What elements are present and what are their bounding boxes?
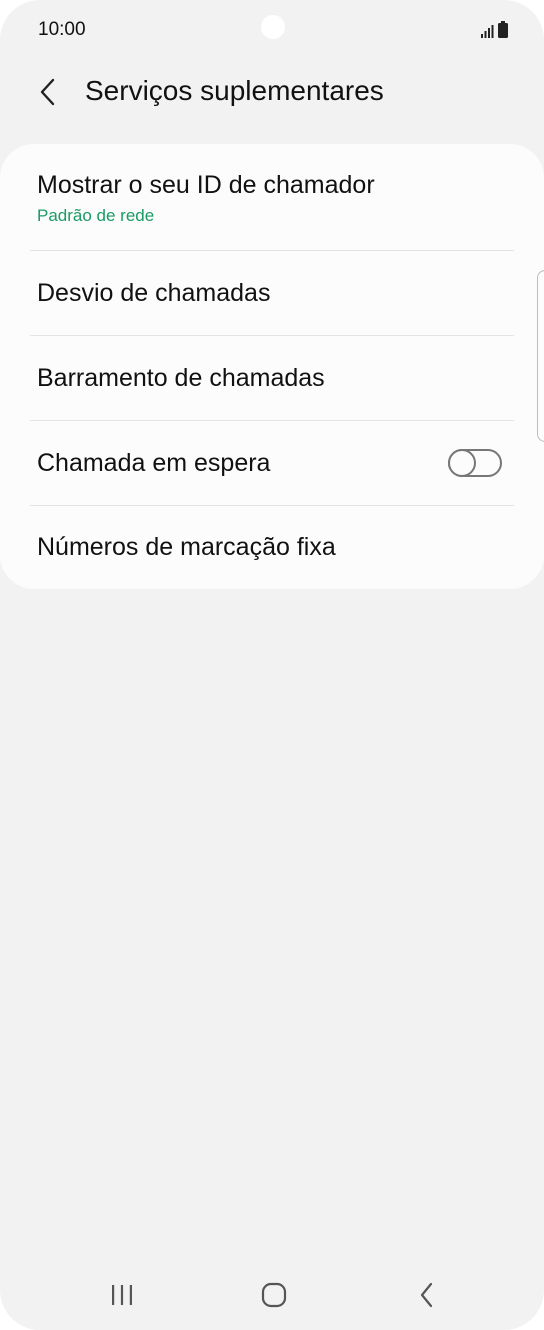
app-header: Serviços suplementares [0,60,544,124]
setting-subtitle: Padrão de rede [37,206,155,225]
recent-apps-button[interactable] [92,1270,152,1320]
setting-item-fixed-dialing[interactable]: Números de marcação fixa [0,506,544,589]
back-button[interactable] [26,70,70,114]
setting-title: Desvio de chamadas [37,279,271,307]
signal-icon [481,25,494,38]
back-icon [420,1282,433,1308]
system-back-button[interactable] [397,1270,457,1320]
status-bar: 10:00 [0,0,544,60]
setting-item-caller-id[interactable]: Mostrar o seu ID de chamador Padrão de r… [0,144,544,250]
page-title: Serviços suplementares [85,75,384,106]
call-waiting-toggle[interactable] [448,449,502,477]
phone-screen: 10:00 Serviços suplementares Mostrar o s… [0,0,544,1330]
status-time: 10:00 [38,19,86,40]
setting-item-call-waiting[interactable]: Chamada em espera [0,421,544,505]
setting-item-call-barring[interactable]: Barramento de chamadas [0,336,544,420]
navigation-bar [0,1260,544,1330]
setting-item-call-forwarding[interactable]: Desvio de chamadas [0,251,544,335]
setting-title: Chamada em espera [37,449,271,477]
home-icon [261,1282,287,1308]
setting-title: Mostrar o seu ID de chamador [37,171,375,199]
setting-title: Números de marcação fixa [37,533,336,561]
battery-icon [498,21,508,38]
recent-apps-icon [112,1285,132,1305]
toggle-knob [448,449,476,477]
settings-card: Mostrar o seu ID de chamador Padrão de r… [0,144,544,589]
status-icons [480,21,508,38]
scrollbar[interactable] [537,270,544,442]
home-button[interactable] [244,1270,304,1320]
front-camera [261,15,285,39]
chevron-left-icon [40,78,55,106]
setting-title: Barramento de chamadas [37,364,325,392]
